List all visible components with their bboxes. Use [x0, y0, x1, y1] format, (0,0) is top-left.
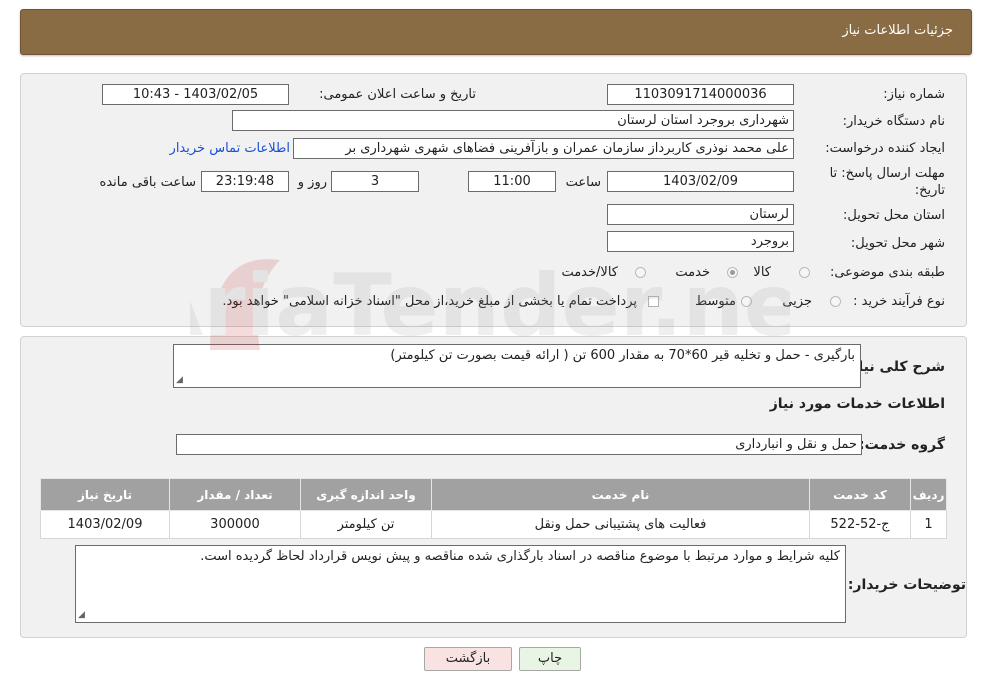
col-service-code: کد خدمت: [809, 478, 911, 511]
need-details-panel: شماره نیاز: 1103091714000036 تاریخ و ساع…: [20, 73, 967, 327]
table-row: 1 ج-52-522 فعالیت های پشتیبانی حمل ونقل …: [40, 510, 947, 539]
col-row: ردیف: [910, 478, 947, 511]
cell-quantity: 300000: [169, 510, 301, 539]
col-service-name: نام خدمت: [431, 478, 810, 511]
treasury-payment-checkbox[interactable]: [648, 296, 659, 307]
category-option-goods: کالا: [753, 265, 771, 280]
creator-label: ایجاد کننده درخواست:: [825, 141, 945, 156]
deadline-time-field[interactable]: 11:00: [468, 171, 556, 192]
days-remaining-field[interactable]: 3: [331, 171, 419, 192]
creator-field[interactable]: علی محمد نوذری کاربرداز سازمان عمران و ب…: [293, 138, 794, 159]
buyer-notes-text: کلیه شرایط و موارد مرتبط با موضوع مناقصه…: [200, 549, 840, 564]
category-radio-service[interactable]: [727, 267, 738, 278]
process-option-medium: متوسط: [695, 294, 736, 309]
cell-unit: تن کیلومتر: [300, 510, 432, 539]
col-unit: واحد اندازه گیری: [300, 478, 432, 511]
province-field[interactable]: لرستان: [607, 204, 794, 225]
category-option-goods-service: کالا/خدمت: [561, 265, 618, 280]
resize-grip-icon[interactable]: ◢: [78, 610, 88, 620]
need-description-panel: شرح کلی نیاز: بارگیری - حمل و تخلیه قیر …: [20, 336, 967, 638]
buyer-org-field[interactable]: شهرداری بروجرد استان لرستان: [232, 110, 794, 131]
cell-row: 1: [910, 510, 947, 539]
process-radio-medium[interactable]: [741, 296, 752, 307]
process-type-label: نوع فرآیند خرید :: [853, 294, 945, 309]
city-field[interactable]: بروجرد: [607, 231, 794, 252]
announce-date-label: تاریخ و ساعت اعلان عمومی:: [319, 87, 476, 102]
city-label: شهر محل تحویل:: [850, 236, 945, 251]
services-section-title: اطلاعات خدمات مورد نیاز: [769, 396, 945, 412]
service-group-label: گروه خدمت:: [859, 437, 945, 453]
services-table: ردیف کد خدمت نام خدمت واحد اندازه گیری ت…: [40, 478, 947, 539]
description-textarea[interactable]: بارگیری - حمل و تخلیه قیر 60*70 به مقدار…: [173, 344, 861, 388]
cell-need-date: 1403/02/09: [40, 510, 170, 539]
need-number-field[interactable]: 1103091714000036: [607, 84, 794, 105]
col-quantity: تعداد / مقدار: [169, 478, 301, 511]
deadline-time-label: ساعت: [565, 175, 601, 190]
back-button[interactable]: بازگشت: [424, 647, 512, 671]
col-need-date: تاریخ نیاز: [40, 478, 170, 511]
announce-date-field[interactable]: 1403/02/05 - 10:43: [102, 84, 289, 105]
days-label: روز و: [297, 175, 327, 190]
buyer-contact-link[interactable]: اطلاعات تماس خریدار: [170, 141, 290, 156]
treasury-payment-note: پرداخت تمام یا بخشی از مبلغ خرید،از محل …: [222, 294, 637, 309]
category-option-service: خدمت: [675, 265, 710, 280]
remaining-time-field[interactable]: 23:19:48: [201, 171, 289, 192]
buyer-notes-label: توضیحات خریدار:: [847, 577, 966, 593]
cell-service-name: فعالیت های پشتیبانی حمل ونقل: [431, 510, 810, 539]
deadline-date-field[interactable]: 1403/02/09: [607, 171, 794, 192]
process-option-minor: جزیی: [782, 294, 812, 309]
print-button[interactable]: چاپ: [519, 647, 581, 671]
buyer-org-label: نام دستگاه خریدار:: [842, 114, 945, 129]
services-table-header: ردیف کد خدمت نام خدمت واحد اندازه گیری ت…: [40, 478, 947, 511]
page-header: جزئیات اطلاعات نیاز: [20, 9, 972, 55]
deadline-label: مهلت ارسال پاسخ: تا: [829, 166, 945, 181]
service-group-field[interactable]: حمل و نقل و انبارداری: [176, 434, 862, 455]
province-label: استان محل تحویل:: [843, 208, 945, 223]
need-number-label: شماره نیاز:: [883, 87, 945, 102]
resize-grip-icon[interactable]: ◢: [176, 375, 186, 385]
description-text: بارگیری - حمل و تخلیه قیر 60*70 به مقدار…: [390, 348, 855, 363]
remaining-time-label: ساعت باقی مانده: [99, 175, 196, 190]
deadline-date-label: تاریخ:: [914, 183, 945, 198]
cell-service-code: ج-52-522: [809, 510, 911, 539]
category-radio-goods-service[interactable]: [635, 267, 646, 278]
page-title: جزئیات اطلاعات نیاز: [842, 23, 953, 38]
category-radio-goods[interactable]: [799, 267, 810, 278]
category-label: طبقه بندی موضوعی:: [829, 265, 945, 280]
process-radio-minor[interactable]: [830, 296, 841, 307]
buyer-notes-textarea[interactable]: کلیه شرایط و موارد مرتبط با موضوع مناقصه…: [75, 545, 846, 623]
